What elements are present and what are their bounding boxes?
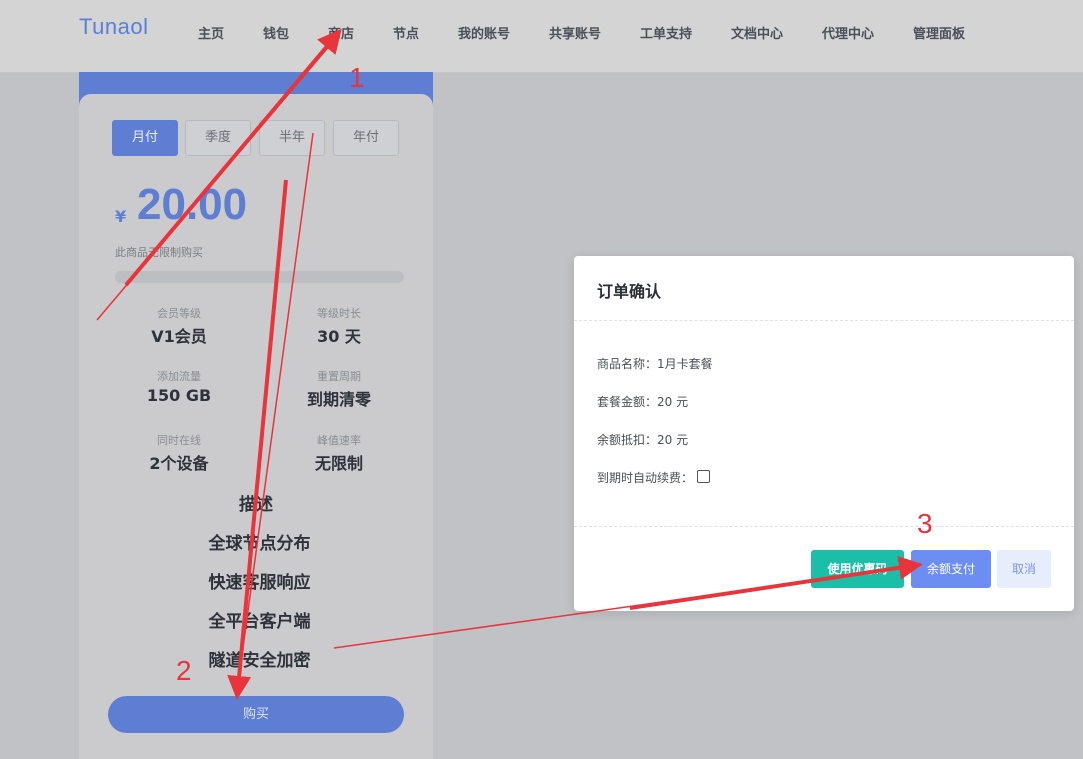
nav-ticket-support[interactable]: 工单支持 bbox=[640, 23, 692, 42]
nav-my-account[interactable]: 我的账号 bbox=[458, 23, 510, 42]
period-yearly[interactable]: 年付 bbox=[333, 120, 399, 156]
auto-renew-label: 到期时自动续费： bbox=[597, 471, 694, 485]
spec-value: 到期清零 bbox=[306, 390, 371, 409]
period-quarterly[interactable]: 季度 bbox=[185, 120, 251, 156]
spec-label: 重置周期 bbox=[317, 370, 361, 383]
stock-progress-bar bbox=[115, 271, 404, 283]
nav-agent-center[interactable]: 代理中心 bbox=[822, 23, 874, 42]
auto-renew-row: 到期时自动续费： bbox=[597, 469, 711, 486]
spec-member-level: 会员等级 V1会员 bbox=[114, 305, 244, 347]
description-title: 描述 bbox=[239, 495, 273, 515]
balance-pay-button[interactable]: 余额支付 bbox=[911, 550, 991, 588]
spec-label: 添加流量 bbox=[157, 370, 201, 383]
spec-label: 等级时长 bbox=[317, 307, 361, 320]
plan-price: 20.00 bbox=[137, 180, 248, 229]
spec-value: 无限制 bbox=[314, 454, 363, 473]
feature-item: 隧道安全加密 bbox=[208, 651, 311, 671]
spec-value: 150 GB bbox=[146, 386, 212, 405]
dialog-title: 订单确认 bbox=[597, 282, 662, 301]
balance-deduct-label: 余额抵扣： bbox=[597, 433, 658, 447]
nav-docs-center[interactable]: 文档中心 bbox=[731, 23, 783, 42]
spec-online-devices: 同时在线 2个设备 bbox=[114, 432, 244, 474]
spec-label: 会员等级 bbox=[157, 307, 201, 320]
nav-shop[interactable]: 商店 bbox=[328, 23, 354, 42]
nav-home[interactable]: 主页 bbox=[198, 23, 224, 42]
cancel-button[interactable]: 取消 bbox=[997, 550, 1051, 588]
spec-label: 同时在线 bbox=[157, 434, 201, 447]
nav-admin-panel[interactable]: 管理面板 bbox=[913, 23, 965, 42]
nav-shared-account[interactable]: 共享账号 bbox=[549, 23, 601, 42]
feature-item: 全球节点分布 bbox=[208, 534, 311, 554]
spec-reset-cycle: 重置周期 到期清零 bbox=[274, 368, 404, 410]
plan-amount-row: 套餐金额：20 元 bbox=[597, 393, 688, 410]
dialog-divider-bottom bbox=[574, 526, 1074, 527]
product-name-label: 商品名称： bbox=[597, 357, 658, 371]
plan-card: 月付 季度 半年 年付 ¥ 20.00 此商品无限制购买 会员等级 V1会员 等… bbox=[79, 94, 433, 759]
annotation-step-3: 3 bbox=[917, 508, 933, 539]
balance-deduct-row: 余额抵扣：20 元 bbox=[597, 431, 688, 448]
order-confirm-dialog: 订单确认 商品名称：1月卡套餐 套餐金额：20 元 余额抵扣：20 元 到期时自… bbox=[574, 256, 1074, 611]
spec-value: V1会员 bbox=[151, 327, 207, 346]
auto-renew-checkbox[interactable] bbox=[697, 470, 711, 483]
period-monthly[interactable]: 月付 bbox=[112, 120, 178, 156]
use-coupon-button[interactable]: 使用优惠码 bbox=[811, 550, 904, 588]
spec-value: 30 天 bbox=[317, 327, 361, 346]
period-half-year[interactable]: 半年 bbox=[259, 120, 325, 156]
feature-item: 全平台客户端 bbox=[208, 612, 311, 632]
plan-amount-label: 套餐金额： bbox=[597, 395, 658, 409]
annotation-step-2: 2 bbox=[176, 655, 192, 686]
spec-traffic: 添加流量 150 GB bbox=[114, 368, 244, 405]
dialog-divider-top bbox=[574, 320, 1074, 321]
balance-deduct-value: 20 元 bbox=[657, 433, 689, 447]
site-logo[interactable]: Tunaol bbox=[79, 14, 148, 40]
spec-peak-speed: 峰值速率 无限制 bbox=[274, 432, 404, 474]
spec-level-duration: 等级时长 30 天 bbox=[274, 305, 404, 347]
product-name-value: 1月卡套餐 bbox=[657, 357, 713, 371]
product-name-row: 商品名称：1月卡套餐 bbox=[597, 355, 713, 372]
spec-value: 2个设备 bbox=[149, 454, 209, 473]
top-navbar: Tunaol 主页 钱包 商店 节点 我的账号 共享账号 工单支持 文档中心 代… bbox=[0, 0, 1083, 73]
nav-wallet[interactable]: 钱包 bbox=[263, 23, 289, 42]
currency-symbol: ¥ bbox=[115, 207, 127, 226]
annotation-step-1: 1 bbox=[349, 62, 365, 93]
feature-item: 快速客服响应 bbox=[208, 573, 311, 593]
buy-button[interactable]: 购买 bbox=[108, 696, 404, 733]
purchase-limit-note: 此商品无限制购买 bbox=[115, 246, 203, 259]
spec-label: 峰值速率 bbox=[317, 434, 361, 447]
nav-nodes[interactable]: 节点 bbox=[393, 23, 419, 42]
plan-amount-value: 20 元 bbox=[657, 395, 689, 409]
